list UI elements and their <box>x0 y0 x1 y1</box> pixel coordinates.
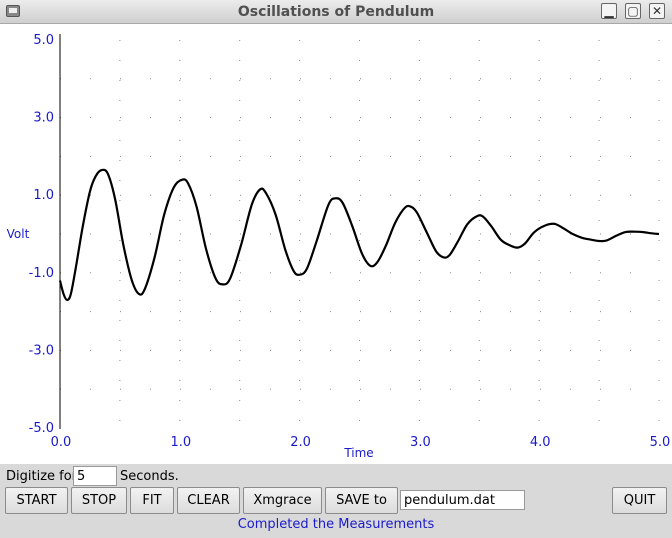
title-bar[interactable]: Oscillations of Pendulum ▁ ▢ ✕ <box>0 0 672 24</box>
save-to-button[interactable]: SAVE to <box>325 487 398 514</box>
x-tick-label: 1.0 <box>170 435 191 450</box>
stop-button[interactable]: STOP <box>71 487 127 514</box>
x-tick-label: 2.0 <box>290 435 311 450</box>
quit-button[interactable]: QUIT <box>612 487 667 514</box>
digitize-label: Digitize for <box>6 469 78 484</box>
x-tick-label: 4.0 <box>530 435 551 450</box>
filename-input[interactable] <box>400 490 525 510</box>
plot-canvas: 5.0 3.0 1.0 -1.0 -3.0 -5.0 0.0 1.0 2.0 3.0 4.0 5.0… <box>0 24 672 464</box>
y-tick-label: -3.0 <box>29 343 54 358</box>
y-tick-label: 3.0 <box>33 111 54 126</box>
x-tick-label: 3.0 <box>410 435 431 450</box>
fit-button[interactable]: FIT <box>130 487 174 514</box>
x-tick-label: 0.0 <box>51 435 72 450</box>
seconds-input[interactable] <box>73 466 117 486</box>
x-tick-label: 5.0 <box>650 435 671 450</box>
grid-lines <box>60 40 660 428</box>
clear-button[interactable]: CLEAR <box>177 487 240 514</box>
status-message: Completed the Measurements <box>237 517 435 532</box>
minimize-button[interactable]: ▁ <box>601 3 617 19</box>
close-button[interactable]: ✕ <box>649 3 665 19</box>
y-tick-label: -5.0 <box>29 421 54 436</box>
xmgrace-button[interactable]: Xmgrace <box>243 487 322 514</box>
x-axis-label: Time <box>343 446 373 460</box>
window-title: Oscillations of Pendulum <box>237 4 435 20</box>
start-button[interactable]: START <box>5 487 68 514</box>
maximize-button[interactable]: ▢ <box>625 3 641 19</box>
y-axis-label: Volt <box>7 227 30 241</box>
seconds-label: Seconds. <box>120 469 179 484</box>
y-tick-labels: 5.0 3.0 1.0 -1.0 -3.0 -5.0 <box>29 33 54 436</box>
y-tick-label: 5.0 <box>33 33 54 48</box>
y-tick-label: -1.0 <box>29 266 54 281</box>
y-tick-label: 1.0 <box>33 188 54 203</box>
oscillation-chart: 5.0 3.0 1.0 -1.0 -3.0 -5.0 0.0 1.0 2.0 3.0 4.0 5.0… <box>7 33 671 460</box>
